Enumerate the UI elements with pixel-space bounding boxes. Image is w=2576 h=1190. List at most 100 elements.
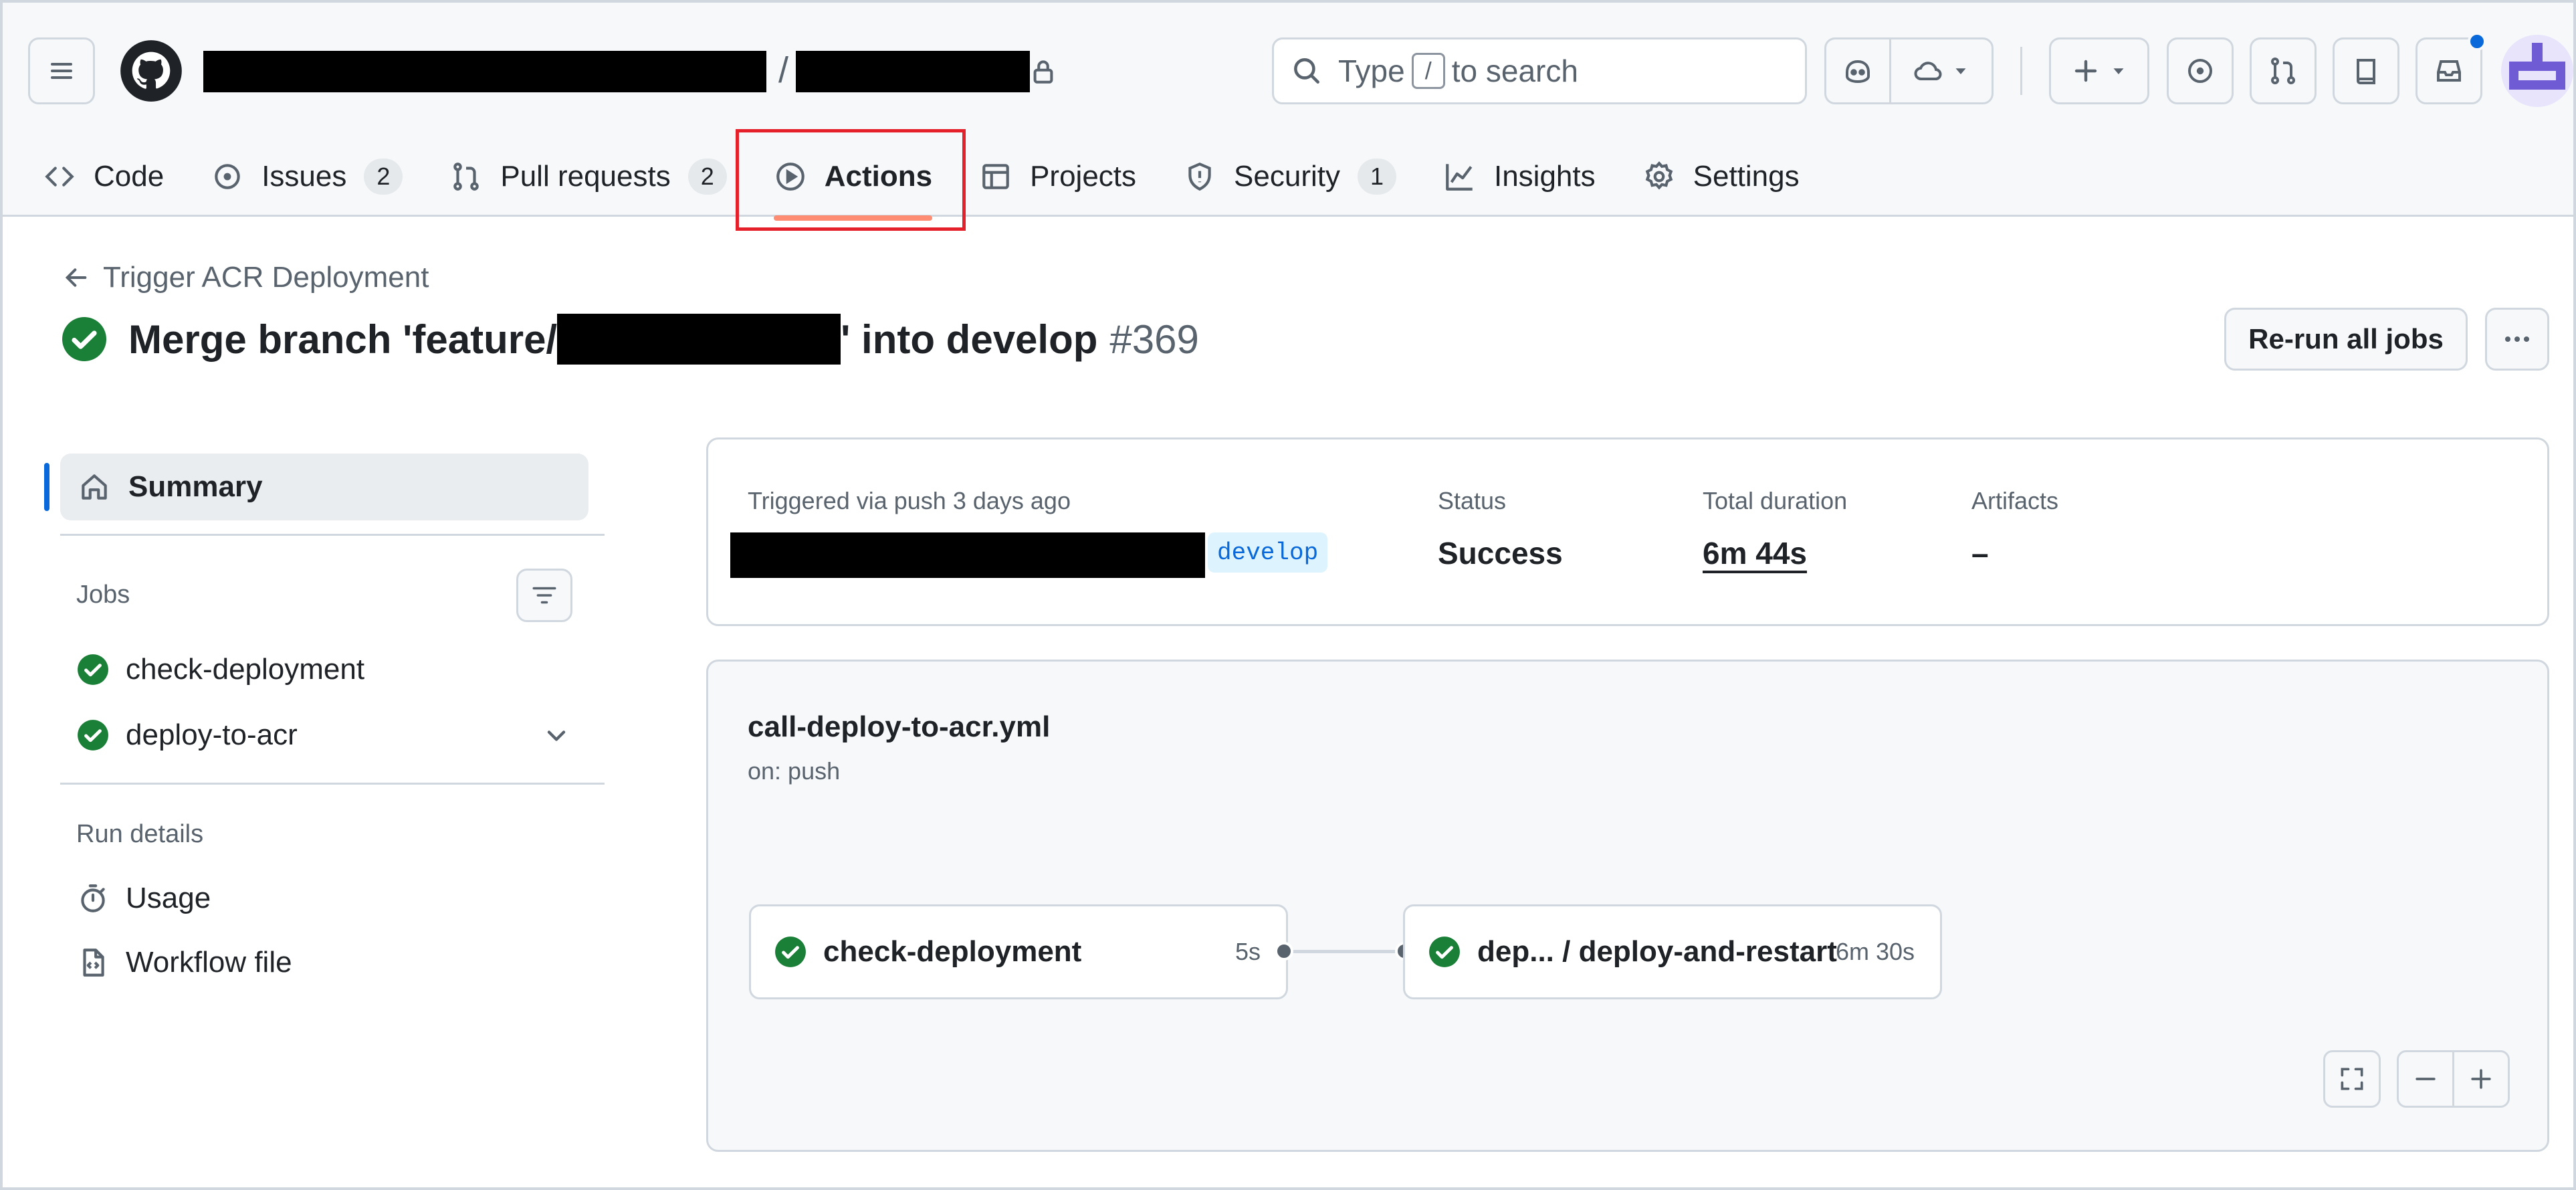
redacted-commit-info — [730, 532, 1205, 578]
issues-button[interactable] — [2167, 37, 2234, 104]
trigger-text: Triggered via push 3 days ago — [748, 487, 1071, 514]
plus-icon — [2471, 1069, 2491, 1089]
chevron-down-icon[interactable] — [542, 721, 571, 751]
tab-code[interactable]: Code — [43, 143, 164, 210]
tab-label: Code — [94, 160, 165, 193]
copilot-menu-button[interactable] — [1889, 37, 1994, 104]
connector-dot — [1275, 942, 1293, 961]
check-circle-icon — [62, 317, 106, 361]
shield-icon — [1188, 162, 1211, 191]
file-code-icon — [83, 949, 104, 977]
title-prefix: Merge branch 'feature/ — [128, 316, 558, 362]
stopwatch-icon — [81, 884, 105, 912]
page-title: Merge branch 'feature/ ' into develop #3… — [60, 309, 1199, 369]
actions-tab-highlight — [736, 129, 966, 231]
hamburger-menu-button[interactable] — [28, 37, 95, 104]
tab-label: Security — [1234, 160, 1340, 193]
fullscreen-icon — [2341, 1068, 2363, 1090]
rerun-all-jobs-button[interactable]: Re-run all jobs — [2224, 308, 2468, 371]
job-name: dep... / deploy-and-restart — [1477, 935, 1837, 968]
tab-security[interactable]: Security 1 — [1183, 143, 1396, 210]
sidebar-job-deploy-to-acr[interactable]: deploy-to-acr — [76, 718, 298, 752]
more-options-button[interactable] — [2485, 308, 2549, 371]
tab-issues[interactable]: Issues 2 — [211, 143, 403, 210]
artifacts-label: Artifacts — [1971, 487, 2059, 514]
redacted-branch-name — [557, 314, 841, 365]
kebab-horizontal-icon — [2505, 336, 2529, 342]
github-logo-icon[interactable] — [118, 37, 185, 104]
search-placeholder-before: Type — [1338, 54, 1405, 88]
graph-icon — [1446, 164, 1473, 191]
search-input[interactable]: Type / to search — [1272, 37, 1807, 104]
pull-requests-count-badge: 2 — [687, 159, 727, 195]
pull-requests-button[interactable] — [2250, 37, 2317, 104]
tab-settings[interactable]: Settings — [1642, 143, 1800, 210]
git-pull-request-icon — [2271, 58, 2295, 84]
fullscreen-button[interactable] — [2323, 1050, 2381, 1108]
home-icon — [82, 474, 107, 500]
issue-opened-icon — [215, 164, 240, 189]
sidebar-divider — [60, 783, 605, 785]
tab-insights[interactable]: Insights — [1443, 143, 1596, 210]
code-icon — [45, 167, 74, 187]
sidebar-item-label: Summary — [128, 470, 263, 503]
header-divider — [2020, 47, 2022, 95]
notification-dot — [2468, 32, 2486, 51]
branch-label[interactable]: develop — [1208, 532, 1328, 573]
run-number: #369 — [1109, 316, 1199, 362]
issues-count-badge: 2 — [364, 159, 403, 195]
arrow-left-icon — [65, 268, 87, 287]
sidebar-divider — [60, 534, 605, 536]
job-connector — [1285, 950, 1406, 953]
sidebar-job-check-deployment[interactable]: check-deployment — [76, 653, 364, 686]
job-duration: 5s — [1235, 938, 1261, 965]
status-label: Status — [1438, 487, 1507, 514]
status-value: Success — [1438, 536, 1563, 571]
issue-opened-icon — [2188, 59, 2212, 83]
zoom-out-button[interactable] — [2397, 1050, 2454, 1108]
check-circle-icon — [775, 936, 806, 967]
git-pull-request-icon — [453, 163, 479, 191]
create-new-button[interactable] — [2049, 37, 2149, 104]
sidebar-item-workflow-file[interactable]: Workflow file — [76, 946, 292, 979]
title-suffix: ' into develop — [841, 316, 1098, 362]
artifacts-value: – — [1971, 536, 1989, 571]
repositories-button[interactable] — [2333, 37, 2399, 104]
graph-job-deploy-and-restart[interactable]: dep... / deploy-and-restart 6m 30s — [1403, 904, 1942, 999]
copilot-icon — [1846, 60, 1870, 84]
search-icon — [1294, 58, 1319, 84]
back-to-workflow-link[interactable]: Trigger ACR Deployment — [63, 261, 429, 294]
copilot-button[interactable] — [1824, 37, 1891, 104]
job-name: check-deployment — [823, 935, 1082, 968]
filter-jobs-button[interactable] — [516, 569, 572, 622]
job-duration: 6m 30s — [1835, 938, 1915, 965]
sidebar-item-usage[interactable]: Usage — [76, 882, 211, 915]
sidebar-item-summary[interactable]: Summary — [44, 454, 588, 520]
total-duration-label: Total duration — [1703, 487, 1848, 514]
tab-label: Issues — [261, 160, 347, 193]
minus-icon — [2416, 1078, 2436, 1080]
chevron-down-icon — [1955, 68, 1966, 74]
cloud-icon — [1914, 62, 1942, 80]
check-circle-icon — [78, 654, 108, 685]
tab-projects[interactable]: Projects — [979, 143, 1136, 210]
zoom-in-button[interactable] — [2452, 1050, 2510, 1108]
tab-pull-requests[interactable]: Pull requests 2 — [449, 143, 727, 210]
graph-job-check-deployment[interactable]: check-deployment 5s — [749, 904, 1288, 999]
check-circle-icon — [1429, 936, 1460, 967]
sidebar-item-label: Usage — [126, 882, 211, 914]
tab-label: Settings — [1693, 160, 1800, 193]
lock-icon — [1033, 60, 1053, 84]
chevron-down-icon — [2113, 68, 2124, 74]
back-link-label: Trigger ACR Deployment — [103, 261, 429, 294]
sidebar-item-label: Workflow file — [126, 946, 292, 979]
plus-icon — [2074, 60, 2097, 82]
avatar[interactable] — [2501, 35, 2573, 107]
hamburger-icon — [51, 63, 72, 79]
total-duration-value[interactable]: 6m 44s — [1703, 535, 1807, 571]
repo-icon — [2357, 59, 2375, 84]
redacted-repo-name[interactable] — [796, 51, 1030, 92]
inbox-icon — [2437, 60, 2461, 82]
job-name: deploy-to-acr — [126, 718, 298, 751]
run-details-heading: Run details — [76, 820, 204, 848]
